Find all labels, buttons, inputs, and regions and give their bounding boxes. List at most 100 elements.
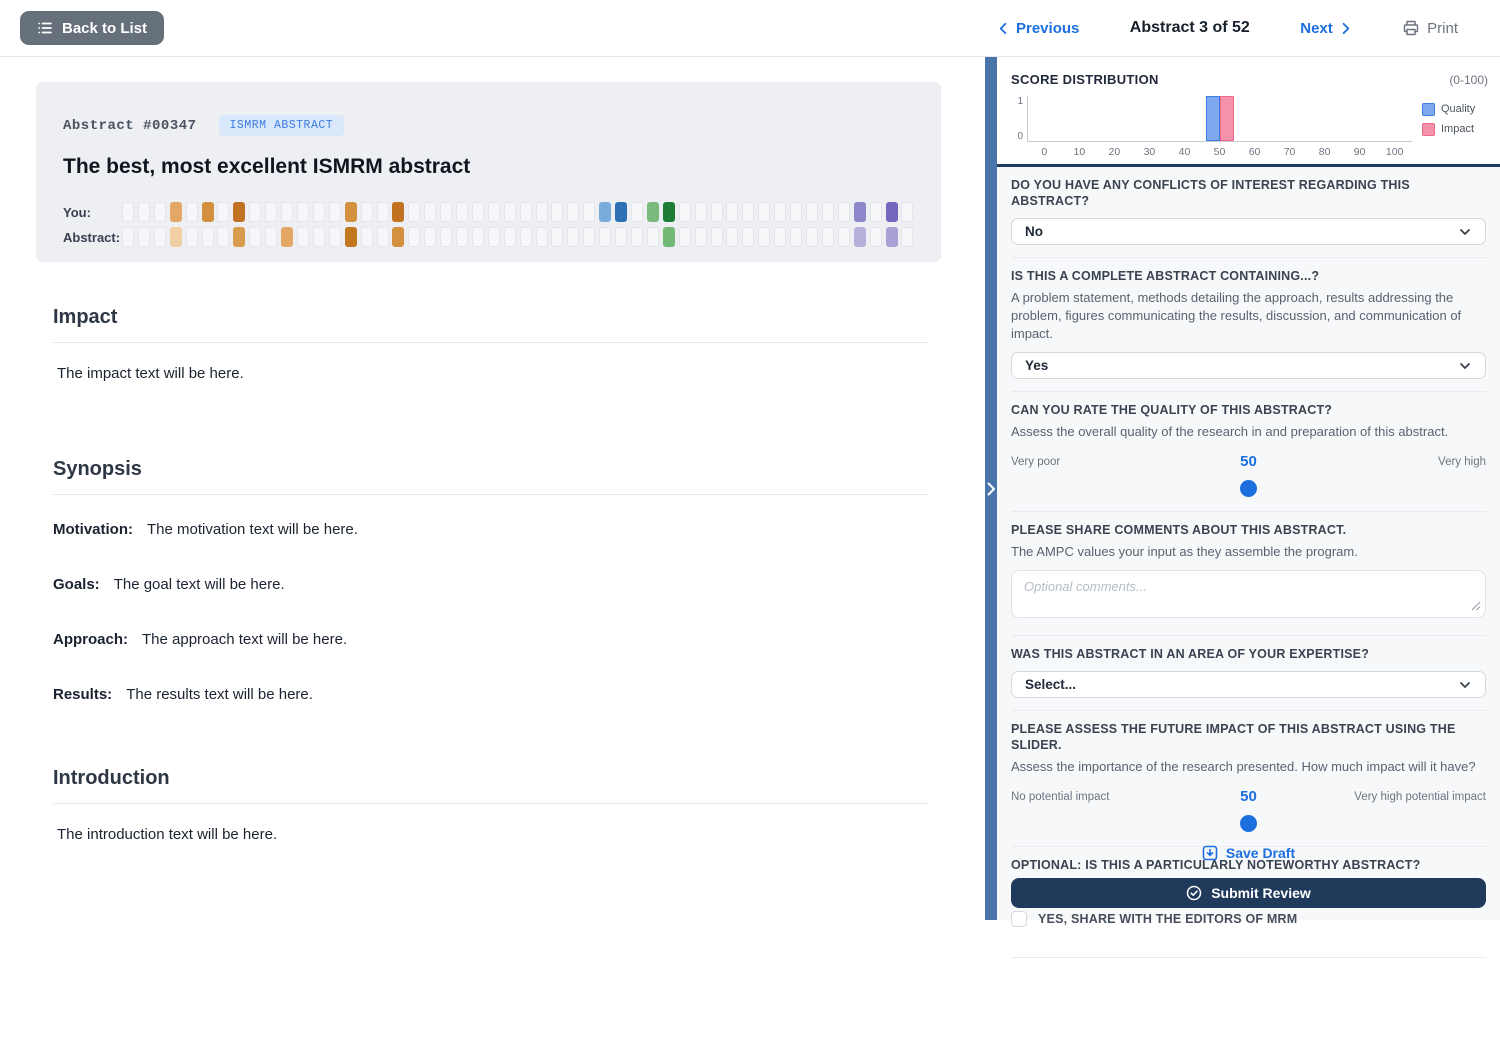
conflict-question-label: DO YOU HAVE ANY CONFLICTS OF INTEREST RE… — [1011, 177, 1486, 209]
score-cell — [472, 202, 484, 222]
score-cell — [567, 202, 579, 222]
score-cell — [297, 227, 309, 247]
score-cell — [822, 202, 834, 222]
x-tick-label: 40 — [1179, 146, 1191, 158]
quality-swatch — [1422, 103, 1435, 116]
score-cell — [854, 202, 866, 222]
comments-textarea[interactable] — [1011, 570, 1486, 618]
score-cell — [297, 202, 309, 222]
print-button[interactable]: Print — [1402, 19, 1458, 37]
score-cell — [504, 202, 516, 222]
score-distribution-section: SCORE DISTRIBUTION (0-100) 1 0 Quality I… — [997, 57, 1500, 167]
back-to-list-label: Back to List — [62, 20, 147, 37]
score-cell — [440, 227, 452, 247]
previous-label: Previous — [1016, 20, 1079, 37]
score-distribution-title: SCORE DISTRIBUTION — [1011, 72, 1159, 87]
score-cell — [901, 202, 913, 222]
review-actions: Save Draft Submit Review — [1011, 839, 1486, 908]
results-label: Results: — [53, 686, 112, 703]
expertise-question-label: WAS THIS ABSTRACT IN AN AREA OF YOUR EXP… — [1011, 646, 1486, 662]
quality-slider-handle[interactable] — [1240, 480, 1257, 497]
impact-text: The impact text will be here. — [53, 365, 929, 382]
x-tick-label: 80 — [1319, 146, 1331, 158]
score-cell — [472, 227, 484, 247]
score-cell — [711, 227, 723, 247]
previous-button[interactable]: Previous — [997, 20, 1079, 37]
quality-question-group: CAN YOU RATE THE QUALITY OF THIS ABSTRAC… — [1011, 392, 1486, 512]
score-cell — [488, 202, 500, 222]
complete-select[interactable]: Yes — [1011, 352, 1486, 379]
score-strips: You: Abstract: — [63, 202, 914, 247]
score-cell — [202, 227, 214, 247]
score-cell — [551, 202, 563, 222]
score-cell — [901, 227, 913, 247]
score-cell — [758, 202, 770, 222]
conflict-select[interactable]: No — [1011, 218, 1486, 245]
x-tick-label: 50 — [1214, 146, 1226, 158]
mrm-checkbox[interactable] — [1011, 911, 1027, 927]
score-cell — [122, 227, 134, 247]
impact-slider-value: 50 — [1240, 788, 1257, 805]
score-cell — [138, 202, 150, 222]
goals-label: Goals: — [53, 576, 100, 593]
score-cell — [886, 202, 898, 222]
score-cell — [170, 202, 182, 222]
score-cell — [583, 227, 595, 247]
results-text: The results text will be here. — [126, 686, 313, 703]
y-axis: 1 0 — [1011, 96, 1027, 142]
resize-grip-icon[interactable] — [1471, 598, 1481, 616]
score-cell — [217, 202, 229, 222]
abstract-counter: Abstract 3 of 52 — [1130, 19, 1250, 37]
strip-row-label: Abstract: — [63, 230, 122, 245]
expertise-select[interactable]: Select... — [1011, 671, 1486, 698]
score-cell — [202, 202, 214, 222]
next-button[interactable]: Next — [1300, 20, 1352, 37]
score-cell — [599, 202, 611, 222]
abstract-title: The best, most excellent ISMRM abstract — [63, 155, 914, 179]
quality-max-label: Very high — [1438, 456, 1486, 468]
score-cell — [551, 227, 563, 247]
score-cell — [806, 227, 818, 247]
chevron-left-icon — [997, 22, 1010, 35]
impact-slider-handle[interactable] — [1240, 815, 1257, 832]
score-cell — [154, 202, 166, 222]
x-tick-label: 90 — [1354, 146, 1366, 158]
score-cell — [536, 202, 548, 222]
score-cell — [154, 227, 166, 247]
quality-min-label: Very poor — [1011, 456, 1060, 468]
score-cell — [361, 227, 373, 247]
x-tick-label: 20 — [1109, 146, 1121, 158]
chevron-down-icon — [1458, 359, 1472, 373]
submit-review-button[interactable]: Submit Review — [1011, 878, 1486, 908]
complete-question-desc: A problem statement, methods detailing t… — [1011, 289, 1486, 343]
abstract-score-strip: Abstract: — [63, 227, 914, 247]
mrm-checkbox-row[interactable]: YES, SHARE WITH THE EDITORS OF MRM — [1011, 911, 1486, 927]
score-cell — [774, 202, 786, 222]
score-cell — [886, 227, 898, 247]
score-cell — [870, 202, 882, 222]
score-range-label: (0-100) — [1449, 73, 1488, 87]
panel-collapse-chevron-icon[interactable] — [985, 477, 997, 501]
x-tick-label: 10 — [1074, 146, 1086, 158]
conflict-question-group: DO YOU HAVE ANY CONFLICTS OF INTEREST RE… — [1011, 167, 1486, 258]
review-questions: DO YOU HAVE ANY CONFLICTS OF INTEREST RE… — [997, 167, 1500, 1054]
score-cell — [122, 202, 134, 222]
score-cell — [726, 227, 738, 247]
review-panel: SCORE DISTRIBUTION (0-100) 1 0 Quality I… — [997, 57, 1500, 920]
submit-review-label: Submit Review — [1211, 885, 1311, 901]
score-cell — [281, 202, 293, 222]
complete-question-group: IS THIS A COMPLETE ABSTRACT CONTAINING..… — [1011, 258, 1486, 392]
y-tick-max: 1 — [1017, 96, 1023, 107]
score-cell — [758, 227, 770, 247]
motivation-label: Motivation: — [53, 521, 133, 538]
plot-area — [1027, 96, 1412, 142]
printer-icon — [1402, 19, 1420, 37]
score-cell — [790, 227, 802, 247]
check-circle-icon — [1186, 885, 1202, 901]
score-cell — [536, 227, 548, 247]
save-draft-button[interactable]: Save Draft — [1011, 839, 1486, 867]
back-to-list-button[interactable]: Back to List — [20, 11, 164, 45]
score-cell — [520, 227, 532, 247]
score-cell — [329, 202, 341, 222]
chevron-down-icon — [1458, 225, 1472, 239]
